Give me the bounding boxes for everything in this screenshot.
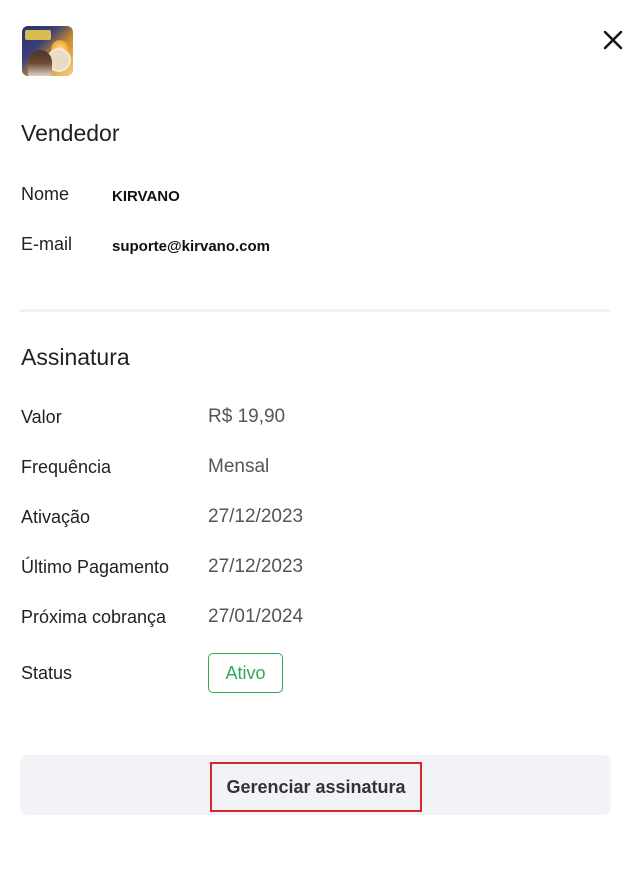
seller-email-value: suporte@kirvano.com — [112, 238, 270, 255]
subscription-row-value: R$ 19,90 — [208, 406, 286, 427]
close-icon[interactable] — [601, 28, 625, 52]
thumbnail-person — [28, 50, 52, 76]
subscription-row-value: 27/01/2024 — [208, 606, 304, 627]
subscription-row-label: Valor — [21, 407, 62, 427]
subscription-row-value: 27/12/2023 — [208, 506, 304, 527]
subscription-row-value: 27/12/2023 — [208, 556, 304, 577]
subscription-section-title: Assinatura — [21, 344, 130, 370]
subscription-row-label: Ativação — [21, 507, 91, 527]
status-badge: Ativo — [208, 653, 283, 693]
manage-subscription-label[interactable]: Gerenciar assinatura — [210, 762, 422, 812]
seller-email-label: E-mail — [21, 234, 73, 254]
subscription-row-label: Frequência — [21, 457, 112, 477]
seller-name-value: KIRVANO — [112, 188, 180, 205]
subscription-row-label: Próxima cobrança — [21, 607, 167, 627]
seller-name-label: Nome — [21, 184, 70, 204]
seller-section-title: Vendedor — [21, 120, 120, 146]
thumbnail-banner — [25, 30, 51, 40]
subscription-row-value: Mensal — [208, 456, 270, 477]
subscription-row-label: Último Pagamento — [21, 557, 170, 577]
status-label: Status — [21, 663, 73, 683]
product-thumbnail — [22, 26, 73, 76]
section-divider — [20, 309, 611, 312]
